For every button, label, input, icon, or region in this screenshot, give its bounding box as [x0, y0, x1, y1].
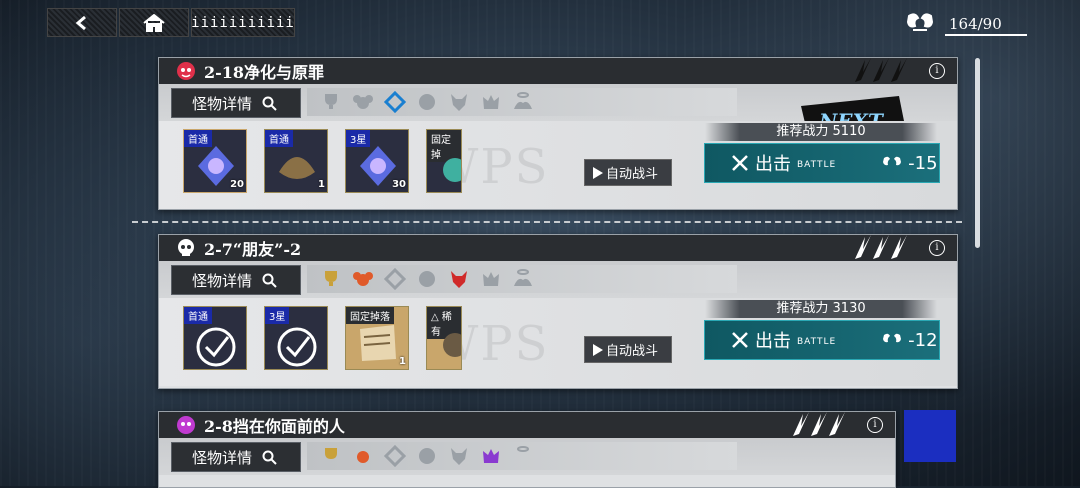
beast-trait-icon[interactable] [413, 265, 441, 293]
pendant-item-icon [443, 158, 461, 182]
monster-details-button[interactable]: 怪物详情 [171, 265, 301, 295]
home-icon [143, 13, 165, 32]
search-icon [262, 450, 277, 465]
enemy-traits [307, 265, 737, 293]
shield-trait-icon[interactable] [381, 442, 409, 470]
search-icon [262, 273, 277, 288]
drop-item[interactable]: 固定掉落 1 [345, 306, 409, 370]
stamina-icon [906, 13, 934, 31]
beast-trait-icon[interactable] [413, 442, 441, 470]
home-button[interactable] [119, 8, 189, 37]
drop-item[interactable]: 3星 30 [345, 129, 409, 193]
drop-item[interactable]: △ 稀有 [426, 306, 462, 370]
demon-mask-icon [177, 416, 195, 434]
crossed-swords-icon [732, 155, 748, 171]
auto-battle-button[interactable]: 自动战斗 [584, 159, 672, 186]
shield-trait-icon[interactable] [381, 88, 409, 116]
stage-title: 2-8挡在你面前的人 [204, 417, 345, 436]
stamina-icon [883, 333, 902, 343]
recommended-power: 推荐战力 5110 [705, 123, 937, 141]
monster-details-button[interactable]: 怪物详情 [171, 442, 301, 472]
beast-trait-icon[interactable] [413, 88, 441, 116]
scrollbar[interactable] [975, 58, 980, 248]
stamina-value: 164/90 [949, 15, 1002, 33]
enemy-traits [307, 88, 737, 116]
skull-icon [178, 239, 194, 256]
battle-button[interactable]: 出击 BATTLE -12 [704, 320, 940, 360]
wolf-trait-icon[interactable] [445, 442, 473, 470]
checkmark-icon [196, 327, 236, 367]
drop-item-claimed[interactable]: 首通 [183, 306, 247, 370]
parchment-item-icon [360, 325, 396, 361]
checkmark-icon [277, 327, 317, 367]
stage-card-2-8[interactable]: 2-8挡在你面前的人 i 怪物详情 [158, 411, 896, 488]
trophy-trait-icon[interactable] [317, 442, 345, 470]
side-panel-tile[interactable] [904, 410, 956, 462]
drop-item-claimed[interactable]: 3星 [264, 306, 328, 370]
play-icon [593, 343, 603, 356]
angel-trait-icon[interactable] [509, 442, 537, 470]
angel-trait-icon[interactable] [509, 88, 537, 116]
ram-trait-icon[interactable] [349, 265, 377, 293]
crossed-swords-icon [732, 332, 748, 348]
stage-title: 2-7“朋友”-2 [204, 240, 302, 259]
enemy-traits [307, 442, 737, 470]
info-icon[interactable]: i [867, 417, 883, 433]
stage-title: 2-18净化与原罪 [204, 63, 325, 82]
crown-trait-icon[interactable] [477, 88, 505, 116]
drop-list: 首通 20 首通 1 3星 30 固定掉 [183, 129, 462, 193]
drop-item[interactable]: 固定掉 [426, 129, 462, 193]
auto-battle-button[interactable]: 自动战斗 [584, 336, 672, 363]
play-icon [593, 166, 603, 179]
stage-card-2-7[interactable]: 2-7“朋友”-2 i 怪物详情 WPS 首通 3星 固定掉落 1 △ 稀有 自… [158, 234, 958, 389]
crown-trait-icon[interactable] [477, 442, 505, 470]
relic-item-icon [443, 333, 461, 357]
drop-item[interactable]: 首通 1 [264, 129, 328, 193]
shield-trait-icon[interactable] [381, 265, 409, 293]
info-icon[interactable]: i [929, 63, 945, 79]
trophy-trait-icon[interactable] [317, 265, 345, 293]
monster-details-button[interactable]: 怪物详情 [171, 88, 301, 118]
menu-button[interactable]: iiiiiiiiiii [191, 8, 295, 37]
stars-filled-icon [793, 412, 845, 436]
search-icon [262, 96, 277, 111]
stamina-display: 164/90 [905, 12, 1027, 36]
ram-trait-icon[interactable] [349, 442, 377, 470]
wolf-trait-icon[interactable] [445, 265, 473, 293]
recommended-power: 推荐战力 3130 [705, 300, 937, 318]
info-icon[interactable]: i [929, 240, 945, 256]
stage-card-2-18[interactable]: 2-18净化与原罪 i 怪物详情 NEXT WPS 首通 20 [158, 57, 958, 210]
chevron-left-icon [75, 15, 86, 30]
battle-button[interactable]: 出击 BATTLE -15 [704, 143, 940, 183]
wolf-trait-icon[interactable] [445, 88, 473, 116]
section-divider [132, 221, 962, 223]
ram-trait-icon[interactable] [349, 88, 377, 116]
stamina-icon [883, 156, 902, 166]
angel-trait-icon[interactable] [509, 265, 537, 293]
drop-item[interactable]: 首通 20 [183, 129, 247, 193]
demon-mask-icon [177, 62, 195, 80]
back-button[interactable] [47, 8, 117, 37]
creature-item-icon [279, 157, 315, 179]
trophy-trait-icon[interactable] [317, 88, 345, 116]
drop-list: 首通 3星 固定掉落 1 △ 稀有 [183, 306, 462, 370]
crown-trait-icon[interactable] [477, 265, 505, 293]
stars-filled-icon [855, 235, 907, 259]
